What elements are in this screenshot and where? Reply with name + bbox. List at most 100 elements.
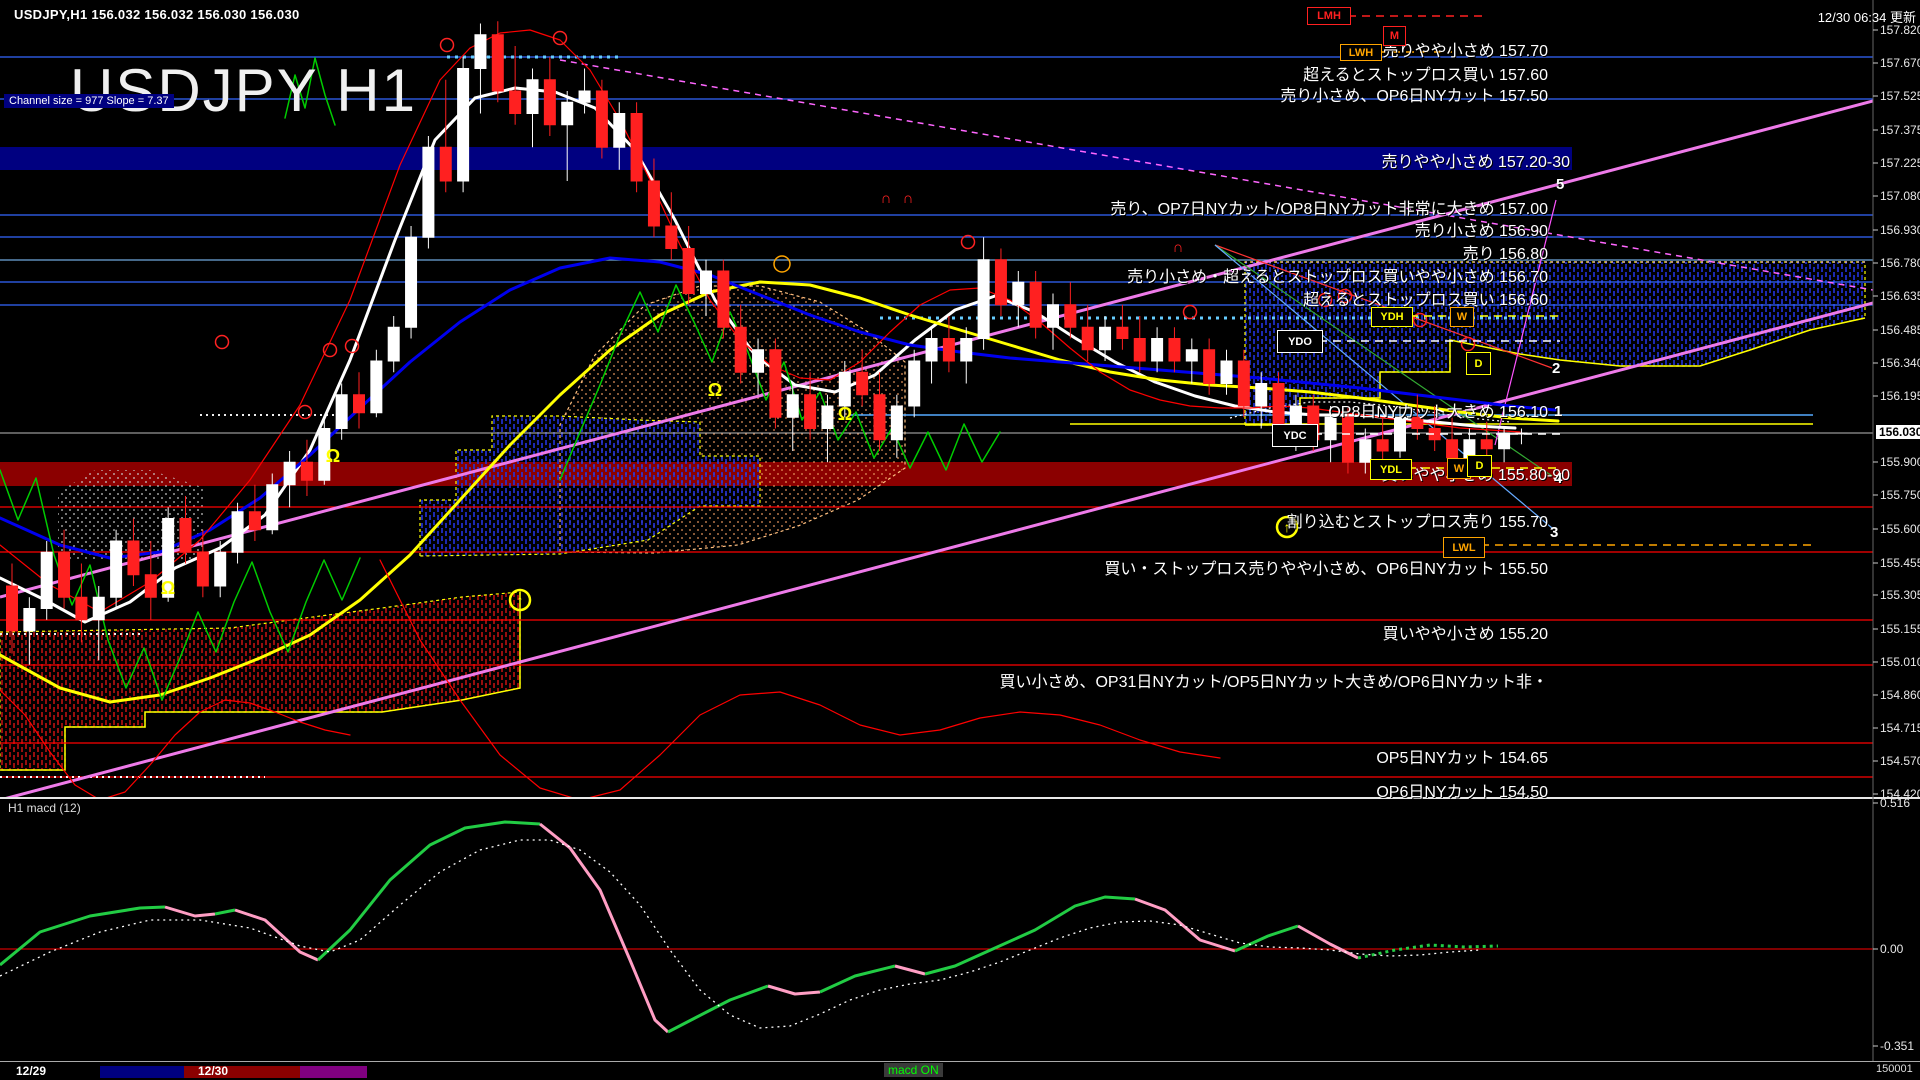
macd-indicator-label: H1 macd (12) (8, 801, 81, 815)
price-annotation: OP8日NYカット大きめ 156.10 (1328, 398, 1548, 422)
object-label-box[interactable]: LMH (1307, 7, 1351, 25)
price-axis-label: 154.860 (1880, 688, 1920, 702)
candle-body (59, 552, 70, 597)
price-axis-label: 156.340 (1880, 356, 1920, 370)
macd-line (668, 986, 768, 1032)
chart-canvas[interactable]: ΩΩΩΩ↑↑∩∩∩ (0, 0, 1920, 1080)
candle-body (1377, 440, 1388, 451)
sell-signal-icon (441, 39, 454, 52)
candle-body (787, 395, 798, 418)
candle-body (718, 271, 729, 327)
candle-body (388, 327, 399, 361)
candle-body (1013, 282, 1024, 305)
candle-body (510, 91, 521, 114)
object-label-box[interactable]: W (1450, 307, 1474, 327)
macd-line (540, 824, 668, 1032)
candle-body (371, 361, 382, 413)
macd-axis-label: -0.351 (1880, 1039, 1914, 1053)
omega-marker-icon: Ω (708, 380, 722, 400)
price-annotation: OP6日NYカット 154.50 (1376, 778, 1548, 802)
object-label-box[interactable]: LWH (1340, 44, 1382, 61)
price-axis-label: 156.485 (1880, 323, 1920, 337)
chart-watermark: USDJPY H1 (70, 56, 417, 125)
candle-body (215, 552, 226, 586)
candle-body (961, 339, 972, 362)
candle-body (805, 395, 816, 429)
price-axis-label: 154.570 (1880, 754, 1920, 768)
candle-body (197, 552, 208, 586)
horn-marker-icon: ∩ (881, 190, 892, 207)
macd-layer (0, 822, 1873, 1032)
object-label-box[interactable]: YDH (1371, 307, 1413, 327)
candle-body (284, 462, 295, 485)
object-label-box[interactable]: YDO (1277, 330, 1323, 353)
macd-line (1358, 945, 1498, 958)
fan-number-label: 5 (1556, 176, 1564, 193)
timeline-date: 12/30 (198, 1064, 228, 1078)
axis-corner-value: 150001 (1876, 1063, 1913, 1075)
macd-line (0, 907, 165, 965)
price-annotation: 売りやや小さめ 157.70 (1383, 37, 1548, 61)
candle-body (406, 237, 417, 327)
fan-number-label: 4 (1554, 470, 1562, 487)
candle-body (857, 372, 868, 395)
price-annotation: 売り小さめ 156.90 (1415, 217, 1548, 241)
macd-line (1298, 926, 1358, 958)
price-axis-label: 156.635 (1880, 289, 1920, 303)
candle-body (423, 147, 434, 237)
omega-marker-icon: Ω (161, 578, 175, 598)
candle-body (631, 114, 642, 182)
macd-line (1135, 899, 1235, 951)
candle-body (492, 35, 503, 91)
candle-body (232, 512, 243, 553)
candle-body (683, 249, 694, 294)
timeline-separator (0, 1061, 1920, 1062)
symbol-title: USDJPY,H1 156.032 156.032 156.030 156.03… (14, 7, 300, 22)
candle-body (822, 406, 833, 429)
signal-circle-icon (774, 256, 790, 272)
price-annotation: 売り 156.80 (1463, 240, 1548, 264)
price-axis-label: 155.455 (1880, 556, 1920, 570)
candle-body (1342, 417, 1353, 462)
fan-number-label: 3 (1550, 524, 1558, 541)
candle-body (648, 181, 659, 226)
candle-body (735, 327, 746, 372)
object-label-box[interactable]: YDL (1370, 459, 1412, 480)
candle-body (128, 541, 139, 575)
price-axis-label: 155.010 (1880, 655, 1920, 669)
candle-body (267, 485, 278, 530)
sell-signal-icon (299, 406, 312, 419)
candle-body (1117, 327, 1128, 338)
candle-body (527, 80, 538, 114)
candle-body (336, 395, 347, 429)
object-label-box[interactable]: M (1383, 26, 1406, 46)
candle-body (978, 260, 989, 339)
price-annotation: 超えるとストップロス買い 156.60 (1303, 286, 1548, 310)
price-axis-label: 155.155 (1880, 622, 1920, 636)
object-label-box[interactable]: D (1467, 455, 1492, 477)
macd-toggle-button[interactable]: macd ON (884, 1063, 943, 1077)
price-annotation: 売り、OP7日NYカット/OP8日NYカット非常に大きめ 157.00 (1110, 195, 1548, 219)
candle-body (1100, 327, 1111, 350)
object-label-box[interactable]: LWL (1443, 537, 1485, 558)
candle-body (596, 91, 607, 147)
timeline-segment (100, 1066, 184, 1078)
object-label-box[interactable]: YDC (1272, 424, 1318, 447)
price-annotation: 割り込むとストップロス売り 155.70 (1287, 508, 1548, 532)
macd-line (820, 966, 895, 992)
current-price-tag: 156.030 (1876, 425, 1920, 439)
candle-body (891, 406, 902, 440)
timeline-segment (300, 1066, 367, 1078)
object-label-box[interactable]: D (1466, 352, 1491, 375)
sell-signal-icon (216, 336, 229, 349)
candle-body (440, 147, 451, 181)
candle-body (579, 91, 590, 102)
candle-body (995, 260, 1006, 305)
price-axis-label: 157.525 (1880, 89, 1920, 103)
candle-body (301, 462, 312, 480)
dashed-trendline (560, 60, 1873, 290)
candle-body (1273, 384, 1284, 429)
candle-body (666, 226, 677, 249)
price-axis-label: 155.305 (1880, 588, 1920, 602)
macd-line (318, 822, 540, 960)
